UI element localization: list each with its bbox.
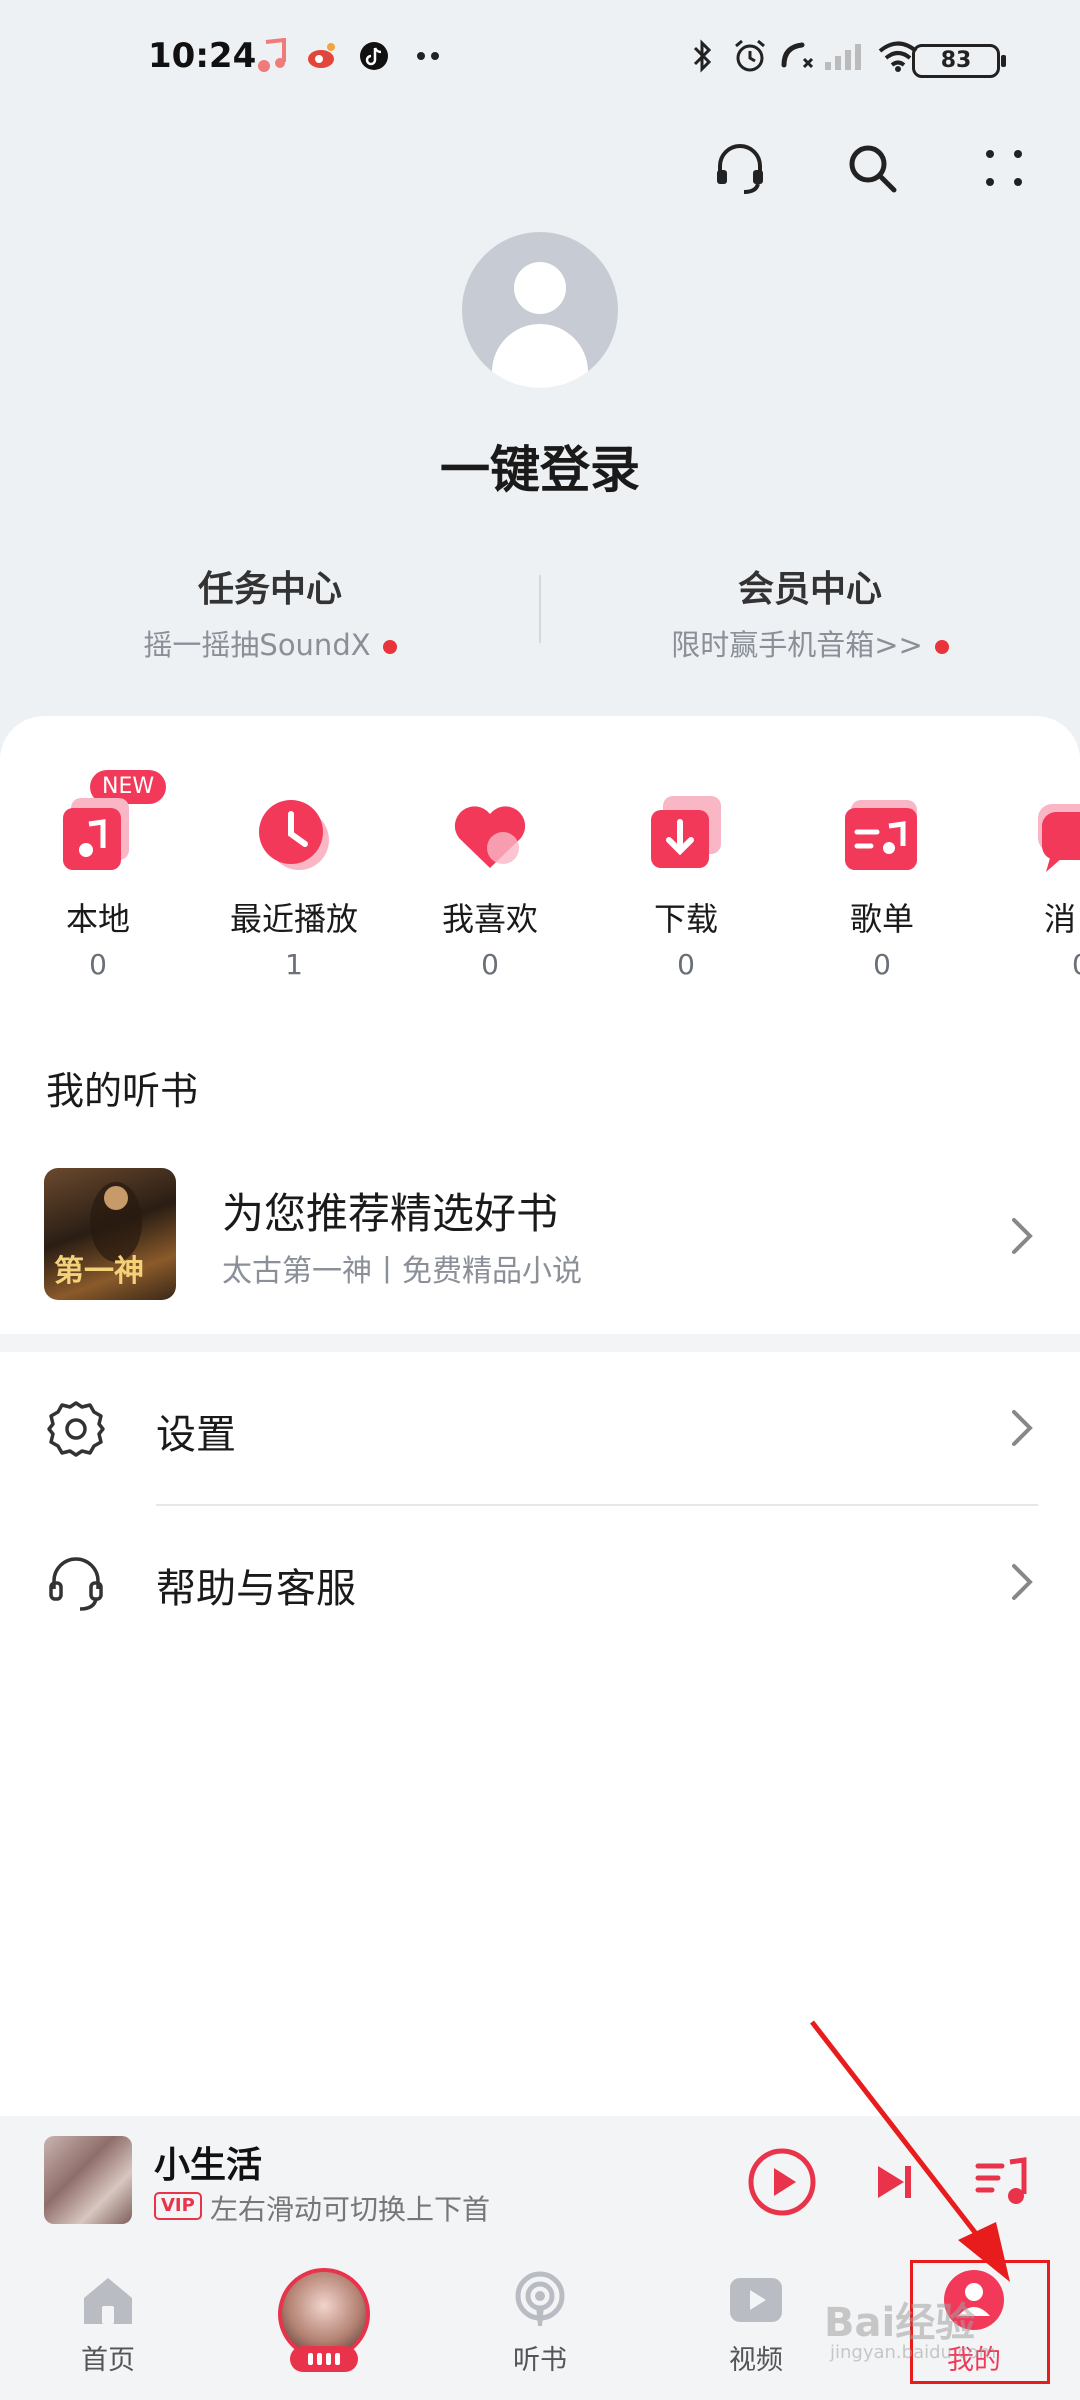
quick-link-label: 歌单 [849, 900, 914, 938]
next-track-button[interactable] [868, 2156, 920, 2208]
playlist-icon [837, 790, 927, 880]
watermark-url: jingyan.baidu.com [830, 2342, 997, 2363]
status-time: 10:24 [148, 36, 257, 76]
quick-link-label: 下载 [653, 900, 718, 938]
message-icon [1008, 790, 1080, 880]
download-icon [641, 790, 731, 880]
member-center-title: 会员中心 [737, 569, 882, 610]
book-cover-text: 第一神 [54, 1254, 144, 1289]
podcast-icon [508, 2268, 572, 2332]
avatar-body-icon [492, 324, 588, 388]
quick-link-count: 0 [873, 948, 891, 981]
nav-label: 听书 [513, 2345, 567, 2376]
settings-row[interactable]: 设置 [0, 1352, 1080, 1502]
quick-link-label: 本地 [65, 900, 130, 938]
settings-label: 设置 [156, 1412, 236, 1458]
headset-button[interactable] [708, 136, 772, 200]
play-icon [748, 2148, 816, 2216]
bluetooth-icon [688, 36, 718, 76]
task-center-subtitle: 摇一摇抽SoundX [0, 622, 540, 664]
quick-link-download[interactable]: 下载 0 [616, 790, 756, 981]
quick-link-label: 最近播放 [229, 900, 358, 938]
help-label: 帮助与客服 [156, 1566, 356, 1612]
nav-label: 首页 [81, 2345, 135, 2376]
section-title-audiobook: 我的听书 [46, 1069, 199, 1113]
video-icon [724, 2268, 788, 2332]
avatar[interactable] [462, 232, 618, 388]
mini-player[interactable]: 小生活 VIP 左右滑动可切换上下首 [0, 2116, 1080, 2248]
alarm-icon [730, 36, 770, 76]
status-bar: 10:24 83 [0, 0, 1080, 120]
music-note-icon [254, 36, 290, 76]
quick-link-label: 消 [1044, 900, 1077, 938]
quick-link-count: 0 [481, 948, 499, 981]
play-button[interactable] [746, 2146, 818, 2218]
playlist-queue-button[interactable] [972, 2152, 1032, 2212]
local-music-icon [53, 790, 143, 880]
nav-audiobook[interactable]: 听书 [470, 2268, 610, 2377]
headset-icon [44, 1551, 108, 1615]
headset-icon [717, 144, 763, 194]
search-button[interactable] [840, 136, 904, 200]
recent-clock-icon [249, 790, 339, 880]
next-icon [878, 2166, 911, 2198]
member-center-subtitle-text: 限时赢手机音箱>> [671, 628, 923, 662]
quick-link-favorites[interactable]: 我喜欢 0 [420, 790, 560, 981]
chevron-right-icon [1002, 1216, 1042, 1256]
avatar-head-icon [514, 262, 566, 314]
signal-icon [822, 36, 866, 76]
quick-link-count: 0 [677, 948, 695, 981]
nav-home[interactable]: 首页 [38, 2268, 178, 2377]
weibo-icon [304, 36, 340, 76]
watermark-logo: Bai经验 [824, 2300, 976, 2346]
quick-link-label: 我喜欢 [441, 900, 538, 938]
section-divider [0, 1334, 1080, 1352]
battery-indicator: 83 [912, 44, 1006, 78]
notification-dot [934, 640, 949, 654]
quick-link-count: 1 [285, 948, 303, 981]
more-dots-icon [412, 36, 448, 76]
grid-menu-icon [986, 150, 1022, 186]
nav-label: 视频 [729, 2345, 783, 2376]
now-playing-title: 小生活 [154, 2145, 263, 2186]
playing-indicator-icon [290, 2346, 358, 2372]
heart-icon [445, 790, 535, 880]
task-center[interactable]: 任务中心 摇一摇抽SoundX [0, 560, 540, 664]
book-cover: 第一神 [44, 1168, 176, 1300]
task-center-title: 任务中心 [197, 569, 342, 610]
quick-link-messages[interactable]: 消 0 [1008, 790, 1080, 981]
member-center-subtitle: 限时赢手机音箱>> [540, 622, 1080, 664]
book-title: 为您推荐精选好书 [222, 1189, 559, 1238]
search-icon [849, 145, 897, 193]
quick-link-local[interactable]: 本地 0 [28, 790, 168, 981]
quick-link-count: 0 [1008, 948, 1080, 981]
quick-link-recent[interactable]: 最近播放 1 [224, 790, 364, 981]
more-menu-button[interactable] [972, 136, 1036, 200]
member-center[interactable]: 会员中心 限时赢手机音箱>> [540, 560, 1080, 664]
help-row[interactable]: 帮助与客服 [0, 1506, 1080, 1656]
home-icon [76, 2268, 140, 2332]
call-icon [778, 36, 818, 76]
nav-video[interactable]: 视频 [686, 2268, 826, 2377]
gear-icon [44, 1397, 108, 1461]
now-playing-cover[interactable] [44, 2136, 132, 2224]
tiktok-icon [356, 36, 392, 76]
vip-badge: VIP [154, 2192, 202, 2220]
now-playing-hint: 左右滑动可切换上下首 [210, 2193, 491, 2226]
chevron-right-icon [1002, 1562, 1042, 1602]
quick-link-playlist[interactable]: 歌单 0 [812, 790, 952, 981]
task-center-subtitle-text: 摇一摇抽SoundX [143, 628, 371, 662]
one-click-login[interactable]: 一键登录 [0, 430, 1080, 502]
chevron-right-icon [1002, 1408, 1042, 1448]
quick-link-count: 0 [89, 948, 107, 981]
book-subtitle: 太古第一神丨免费精品小说 [222, 1254, 582, 1289]
playlist-queue-icon [975, 2157, 1027, 2204]
notification-dot [382, 640, 397, 654]
